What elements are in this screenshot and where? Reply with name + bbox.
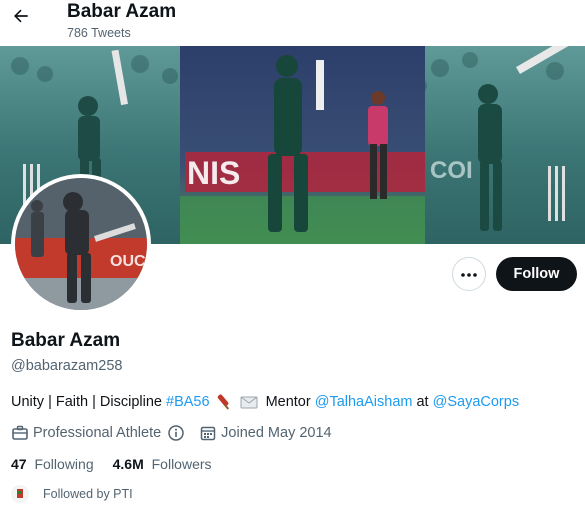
back-button[interactable] [8,5,34,31]
followers-label: Followers [151,456,212,472]
svg-text:COI: COI [430,157,473,184]
envelope-emoji [240,394,258,410]
following-link[interactable]: 47 Following [11,455,94,473]
tweet-count: 786 Tweets [67,26,131,40]
followers-link[interactable]: 4.6M Followers [113,455,212,473]
followers-count: 4.6M [112,456,144,472]
profile-handle: @babarazam258 [11,358,123,374]
calendar-icon [199,424,217,442]
more-options-button[interactable] [452,257,486,291]
more-icon [460,265,478,283]
profile-meta: Professional Athlete Joined May 2014 [11,424,332,442]
followed-by-text: Followed by PTI [43,487,133,501]
svg-text:NIS: NIS [187,155,240,191]
following-count: 47 [11,456,27,472]
back-arrow-icon [11,6,31,31]
mention-link-sayacorps[interactable]: @SayaCorps [433,393,519,411]
following-label: Following [34,456,94,472]
category-item: Professional Athlete [11,424,189,442]
profile-bio: Unity | Faith | Discipline #BA56 Mentor … [11,393,519,411]
mention-link-talha[interactable]: @TalhaAisham [315,393,413,411]
category-label: Professional Athlete [33,425,162,441]
joined-item: Joined May 2014 [199,424,332,442]
info-icon[interactable] [167,424,185,442]
hashtag-link[interactable]: #BA56 [166,393,210,411]
avatar-image: OUC [15,178,147,310]
bio-text-mentor: Mentor [261,394,315,410]
avatar[interactable]: OUC [15,178,147,310]
profile-name: Babar Azam [11,330,121,351]
joined-label: Joined May 2014 [221,425,332,441]
followed-by-row[interactable]: Followed by PTI [11,485,133,503]
briefcase-icon [11,424,29,442]
follow-stats: 47 Following 4.6M Followers [11,455,231,473]
bio-text: Unity | Faith | Discipline [11,394,166,410]
avatar-frame: OUC [11,174,151,314]
top-bar: Babar Azam 786 Tweets [0,0,585,46]
follow-button[interactable]: Follow [496,257,577,291]
svg-text:OUC: OUC [110,253,146,270]
cricket-bat-emoji [214,393,232,411]
pti-avatar [11,485,29,503]
header-title: Babar Azam [67,1,177,22]
bio-text-at: at [412,394,433,410]
